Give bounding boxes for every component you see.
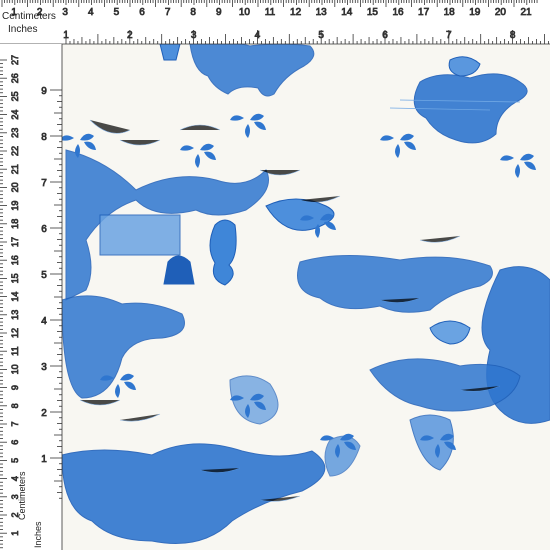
left-inch-label: 6 — [41, 224, 47, 235]
left-inch-label: 5 — [41, 270, 47, 281]
left-ruler: 2726252423222120191817161514131211109876… — [0, 44, 63, 550]
left-cm-label: 22 — [10, 146, 20, 156]
left-inch-label: 1 — [41, 454, 47, 465]
left-cm-label: 11 — [10, 347, 20, 356]
top-cm-label: 4 — [88, 7, 94, 18]
top-inch-label: 7 — [446, 30, 452, 41]
top-cm-label: 14 — [341, 7, 353, 18]
left-cm-label: 9 — [10, 385, 20, 390]
top-cm-label: 12 — [290, 7, 302, 18]
left-cm-label: 12 — [10, 328, 20, 338]
top-inch-label: 6 — [382, 30, 388, 41]
left-cm-label: 8 — [10, 403, 20, 408]
top-inch-label: 5 — [318, 30, 324, 41]
top-cm-label: 16 — [392, 7, 404, 18]
left-cm-label: 13 — [10, 310, 20, 320]
top-cm-label: 10 — [239, 7, 251, 18]
left-cm-label: 27 — [10, 55, 20, 65]
left-cm-label: 26 — [10, 73, 20, 83]
left-cm-label: 20 — [10, 182, 20, 192]
top-inch-label: 3 — [191, 30, 197, 41]
left-cm-label: 16 — [10, 255, 20, 265]
toile-fabric-print: 1 2 3 4 5 6 7 8 9 10 11 12 13 14 15 16 17 18 19 20 21 123456… — [0, 0, 550, 550]
top-cm-label: 13 — [316, 7, 328, 18]
top-cm-label: 7 — [165, 7, 171, 18]
top-cm-label: 9 — [216, 7, 222, 18]
top-cm-label: 5 — [114, 7, 120, 18]
left-cm-label: 21 — [10, 164, 20, 174]
left-inch-label: 2 — [41, 408, 47, 419]
inches-label: Inches — [8, 24, 38, 35]
left-cm-label: 23 — [10, 128, 20, 138]
top-cm-label: 18 — [444, 7, 456, 18]
fabric-swatch-photo: 1 2 3 4 5 6 7 8 9 10 11 12 13 14 15 16 17 18 19 20 21 123456… — [0, 0, 550, 550]
left-inches-label: Inches — [33, 521, 43, 548]
top-inch-label: 4 — [255, 30, 261, 41]
top-cm-label: 11 — [265, 7, 276, 18]
left-inch-label: 8 — [41, 132, 47, 143]
top-cm-label: 17 — [418, 7, 430, 18]
left-inch-label: 3 — [41, 362, 47, 373]
top-cm-label: 20 — [495, 7, 507, 18]
left-cm-label: 5 — [10, 458, 20, 463]
left-cm-label: 6 — [10, 440, 20, 445]
left-cm-label: 7 — [10, 421, 20, 426]
left-cm-label: 19 — [10, 201, 20, 211]
top-inch-label: 8 — [510, 30, 516, 41]
left-cm-label: 1 — [10, 531, 20, 536]
top-cm-label: 8 — [190, 7, 196, 18]
left-cm-label: 25 — [10, 91, 20, 101]
top-cm-label: 21 — [520, 7, 532, 18]
left-inch-label: 7 — [41, 178, 47, 189]
left-cm-label: 14 — [10, 292, 20, 302]
left-inch-label: 9 — [41, 86, 47, 97]
left-cm-label: 24 — [10, 110, 20, 120]
left-cm-label: 17 — [10, 237, 20, 247]
left-cm-label: 15 — [10, 273, 20, 283]
top-cm-label: 6 — [139, 7, 145, 18]
centimeters-label: Centimeters — [2, 11, 56, 22]
top-inch-label: 2 — [127, 30, 133, 41]
top-cm-label: 15 — [367, 7, 379, 18]
left-inch-label: 4 — [41, 316, 47, 327]
top-cm-label: 3 — [62, 7, 68, 18]
left-cm-label: 18 — [10, 219, 20, 229]
top-cm-label: 19 — [469, 7, 481, 18]
top-inch-label: 1 — [63, 30, 69, 41]
left-cm-label: 10 — [10, 364, 20, 374]
left-centimeters-label: Centimeters — [17, 471, 27, 520]
top-ruler: 1 2 3 4 5 6 7 8 9 10 11 12 13 14 15 16 17 18 19 20 21 123456… — [0, 0, 550, 45]
